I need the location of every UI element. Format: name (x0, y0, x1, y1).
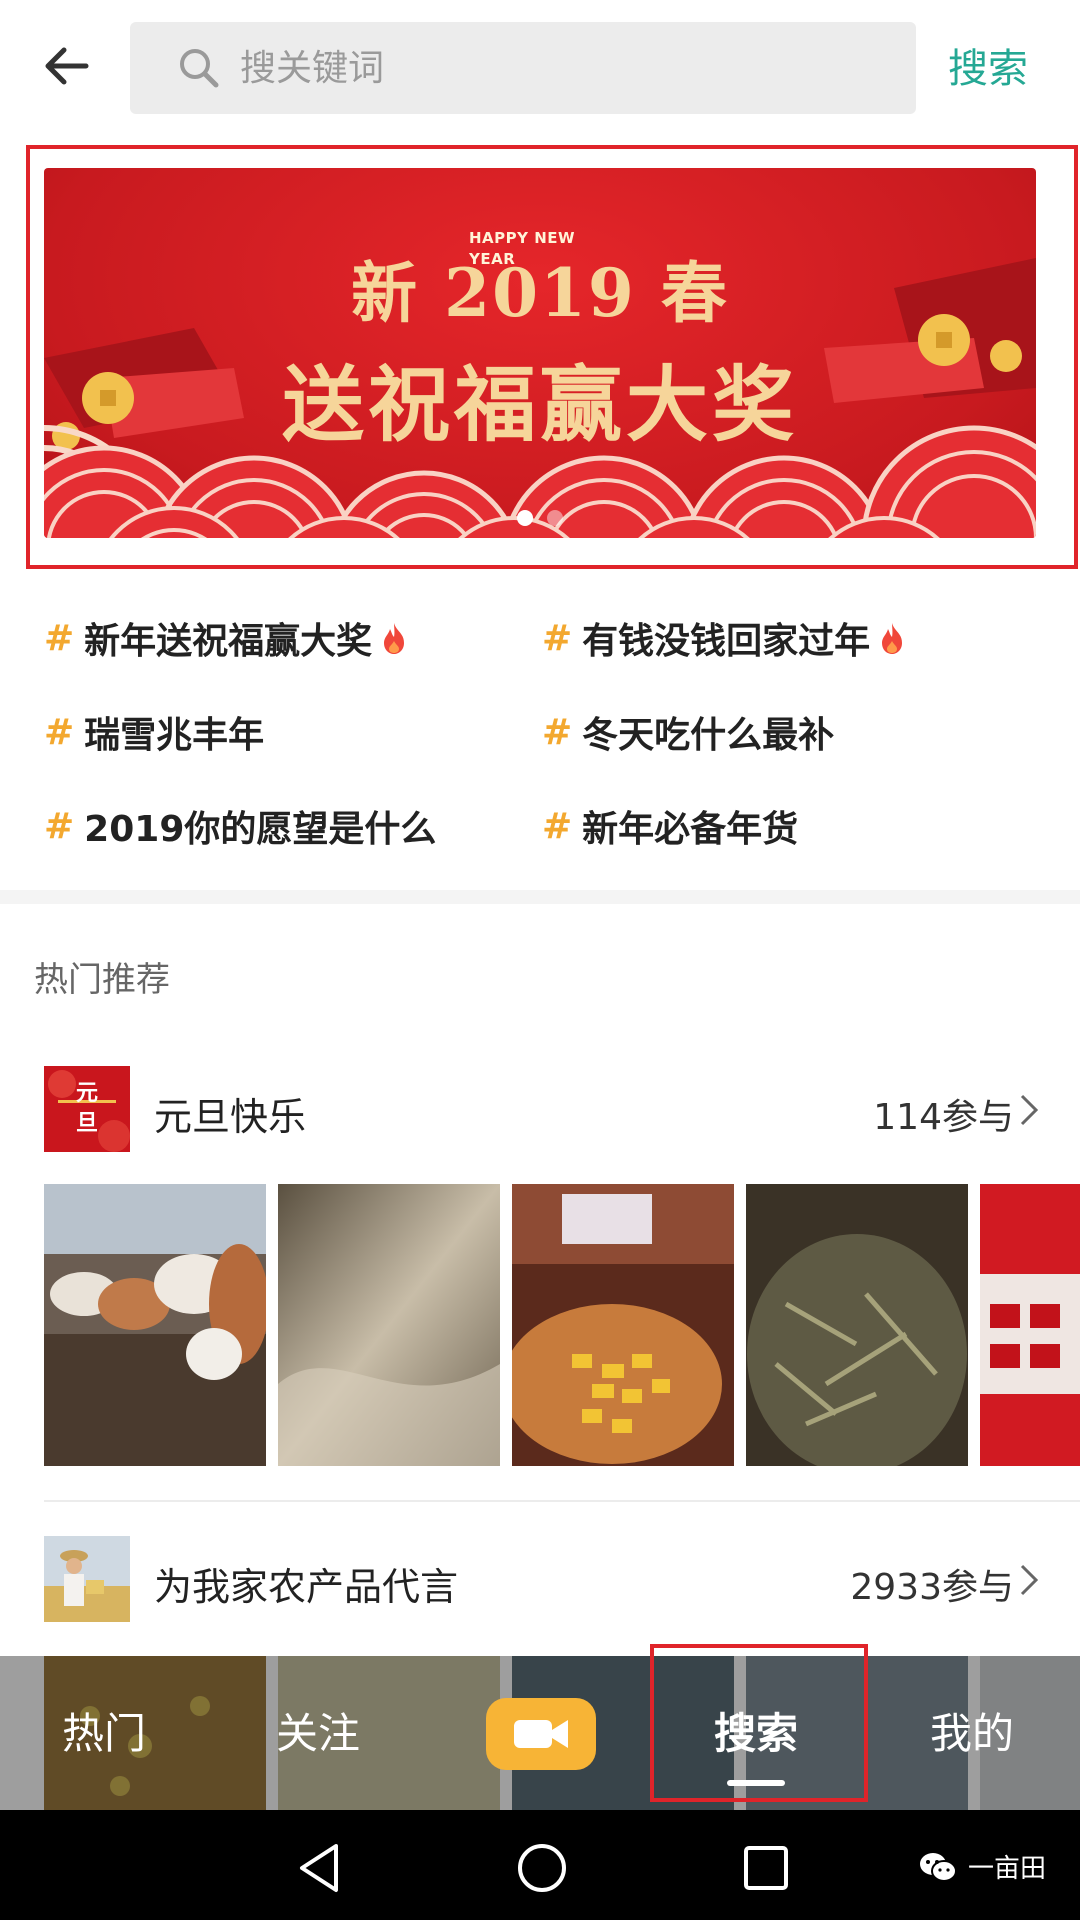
search-input[interactable] (240, 47, 840, 89)
tab-mine[interactable]: 我的 (930, 1700, 1014, 1761)
photo-gift-box[interactable] (980, 1184, 1080, 1466)
topic-separator (44, 1500, 1080, 1502)
topic-thumbnail (44, 1536, 130, 1622)
hashtag-label: 冬天吃什么最补 (582, 715, 835, 756)
watermark: 一亩田 (918, 1848, 1046, 1885)
hashtag-label: 2019你的愿望是什么 (84, 809, 437, 850)
video-camera-icon (514, 1720, 568, 1748)
hash-symbol: # (542, 805, 573, 847)
back-button[interactable] (36, 36, 96, 96)
nav-home-icon[interactable] (514, 1840, 570, 1896)
watermark-text: 一亩田 (968, 1854, 1047, 1884)
chevron-right-icon (1020, 1094, 1039, 1126)
topic-participants: 2933参与 (850, 1567, 1014, 1608)
hashtag-label: 瑞雪兆丰年 (84, 715, 265, 756)
search-tab-highlight-frame (650, 1644, 868, 1802)
section-title: 热门推荐 (34, 960, 170, 1000)
nav-back-icon[interactable] (292, 1840, 348, 1896)
topic-participants: 114参与 (873, 1097, 1014, 1138)
photo-blurred[interactable] (278, 1184, 500, 1466)
hash-symbol: # (542, 711, 573, 753)
banner-subheadline: 送祝福赢大奖 (281, 357, 798, 453)
pager-dot[interactable] (547, 510, 563, 526)
hashtag-item[interactable]: # 新年送祝福赢大奖 (44, 612, 408, 664)
fire-icon (384, 623, 405, 654)
topic-name: 元旦快乐 (154, 1095, 307, 1139)
search-submit-button[interactable]: 搜索 (948, 36, 1028, 94)
photo-candies[interactable] (512, 1184, 734, 1466)
search-icon (180, 49, 219, 88)
hash-symbol: # (44, 617, 75, 659)
promo-banner[interactable]: HAPPY NEW YEAR 新 2019 春 送祝福赢大奖 (44, 168, 1036, 538)
hashtag-label: 新年必备年货 (582, 809, 799, 850)
chevron-right-icon (1020, 1564, 1039, 1596)
app-screen: 搜索 (0, 0, 1080, 1920)
record-video-button[interactable] (486, 1698, 596, 1770)
photo-cattle[interactable] (44, 1184, 266, 1466)
hashtag-item[interactable]: # 有钱没钱回家过年 (542, 612, 906, 664)
wechat-icon (920, 1852, 957, 1882)
nav-recents-icon[interactable] (738, 1840, 794, 1896)
arrow-left-icon (45, 47, 89, 85)
banner-pager (44, 510, 1036, 526)
search-box[interactable] (130, 22, 916, 114)
topic-thumbnail: 元 旦 (44, 1066, 130, 1152)
topic-name: 为我家农产品代言 (154, 1565, 459, 1609)
section-divider (0, 890, 1080, 904)
hashtag-item[interactable]: # 2019你的愿望是什么 (44, 800, 436, 852)
tab-hot[interactable]: 热门 (62, 1700, 146, 1761)
topic-photo-strip (44, 1184, 1080, 1466)
hashtag-item[interactable]: # 冬天吃什么最补 (542, 706, 834, 758)
hash-symbol: # (44, 711, 75, 753)
hash-symbol: # (542, 617, 573, 659)
hash-symbol: # (44, 805, 75, 847)
banner-headline: 新 2019 春 (351, 254, 729, 332)
hashtag-label: 新年送祝福赢大奖 (84, 621, 373, 662)
hashtag-label: 有钱没钱回家过年 (582, 621, 871, 662)
topic-row[interactable]: 为我家农产品代言 2933参与 (0, 1530, 1080, 1626)
fire-icon (882, 623, 903, 654)
topic-row[interactable]: 元 旦 元旦快乐 114参与 (0, 1060, 1080, 1156)
pager-dot-active[interactable] (517, 510, 533, 526)
topic-thumb-text: 旦 (76, 1110, 98, 1136)
hashtag-item[interactable]: # 新年必备年货 (542, 800, 798, 852)
search-header: 搜索 (0, 0, 1080, 140)
tab-follow[interactable]: 关注 (276, 1700, 360, 1761)
topic-thumb-text: 元 (76, 1080, 98, 1106)
hashtag-item[interactable]: # 瑞雪兆丰年 (44, 706, 264, 758)
photo-tea-leaves[interactable] (746, 1184, 968, 1466)
